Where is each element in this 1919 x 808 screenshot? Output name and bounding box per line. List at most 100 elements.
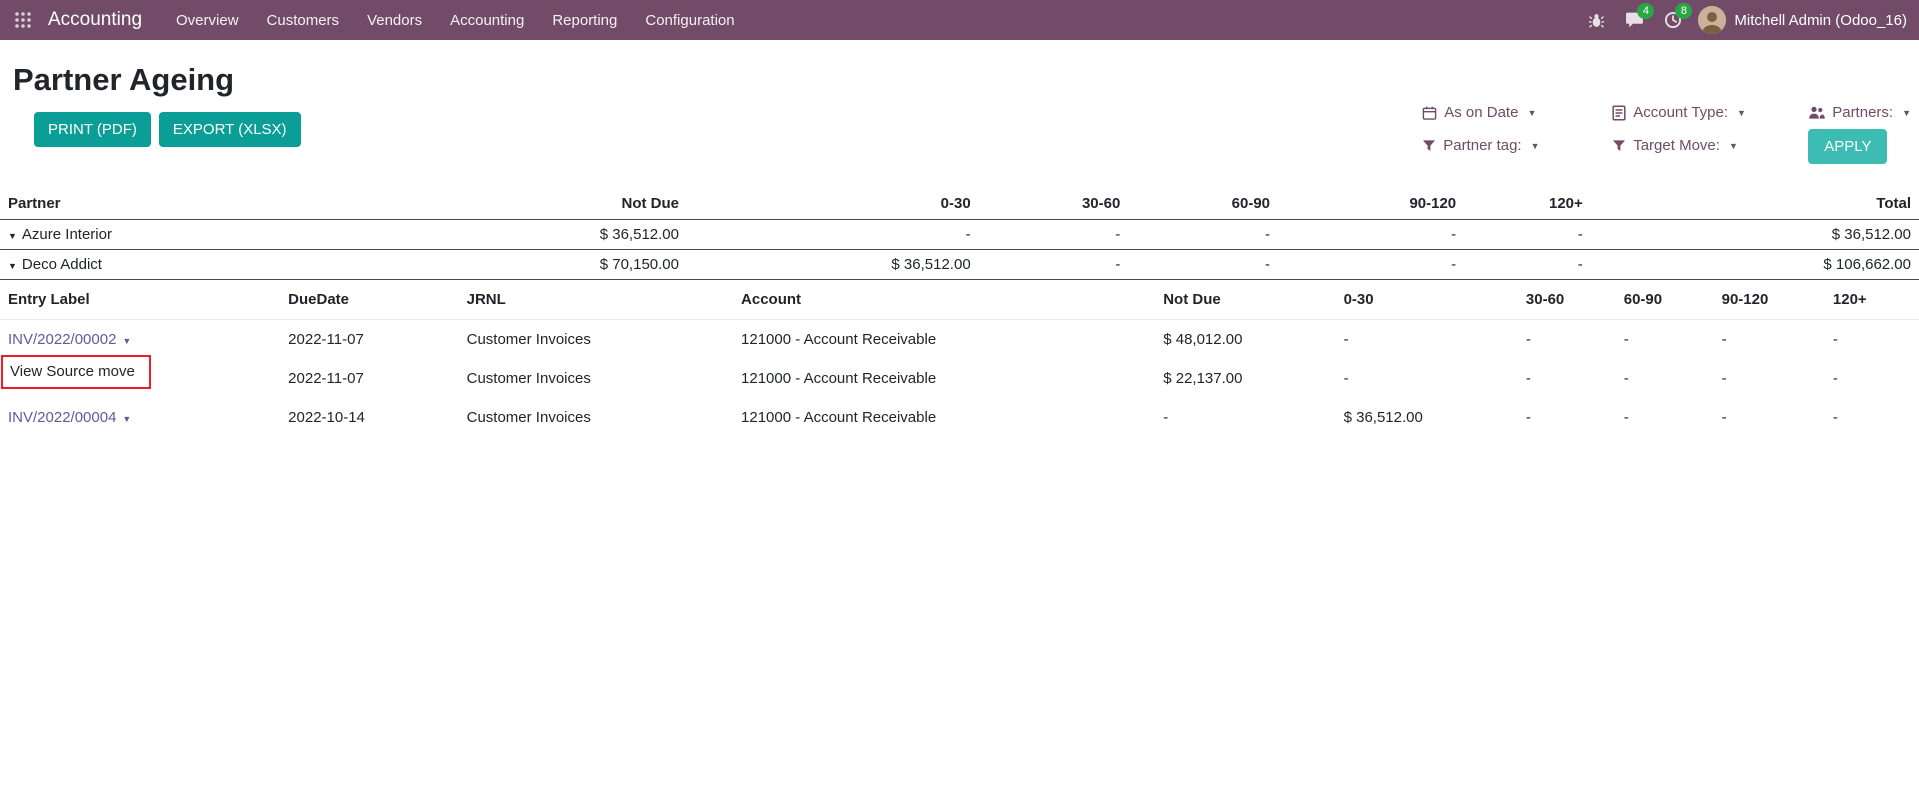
activities-clock-icon[interactable]: 8	[1654, 0, 1692, 40]
chevron-down-icon[interactable]: ▼	[122, 414, 131, 424]
apply-button[interactable]: APPLY	[1808, 129, 1887, 164]
user-menu[interactable]: Mitchell Admin (Odoo_16)	[1734, 12, 1911, 29]
cell-not-due: $ 70,150.00	[384, 250, 687, 280]
chevron-down-icon: ▼	[1735, 108, 1746, 118]
filter-account-type[interactable]: Account Type: ▼	[1612, 104, 1746, 121]
cell-30-60: -	[1518, 359, 1616, 398]
partner-row-deco-addict: ▼Deco Addict $ 70,150.00 $ 36,512.00 - -…	[0, 250, 1919, 280]
cell-60-90: -	[1616, 359, 1714, 398]
cell-account: 121000 - Account Receivable	[733, 359, 1155, 398]
chevron-down-icon: ▼	[1900, 108, 1911, 118]
col-60-90: 60-90	[1128, 188, 1278, 220]
entry-row-with-open-dropdown: View Source move 2022-11-07 Customer Inv…	[0, 359, 1919, 398]
cell-jrnl: Customer Invoices	[459, 320, 733, 360]
cell-0-30: -	[1336, 320, 1518, 360]
export-xlsx-button[interactable]: EXPORT (XLSX)	[159, 112, 301, 147]
menu-customers[interactable]: Customers	[253, 0, 354, 40]
chevron-down-icon: ▼	[1727, 141, 1738, 151]
filter-funnel-icon	[1422, 139, 1436, 153]
chevron-down-icon: ▼	[1529, 141, 1540, 151]
apps-menu-icon[interactable]	[0, 0, 46, 40]
menu-reporting[interactable]: Reporting	[538, 0, 631, 40]
col-account: Account	[733, 280, 1155, 320]
partner-name[interactable]: Deco Addict	[22, 256, 102, 273]
filter-label: Partner tag:	[1443, 137, 1521, 154]
debug-bug-icon[interactable]	[1578, 0, 1615, 40]
cell-30-60: -	[1518, 320, 1616, 360]
view-source-move-menu-item[interactable]: View Source move	[1, 355, 151, 389]
col-90-120: 90-120	[1278, 188, 1464, 220]
col-jrnl: JRNL	[459, 280, 733, 320]
cell-not-due: $ 48,012.00	[1155, 320, 1335, 360]
filter-as-on-date[interactable]: As on Date ▼	[1422, 104, 1536, 121]
cell-not-due: $ 22,137.00	[1155, 359, 1335, 398]
cell-60-90: -	[1128, 220, 1278, 250]
app-name[interactable]: Accounting	[48, 9, 142, 31]
cell-0-30: -	[687, 220, 979, 250]
col-0-30: 0-30	[687, 188, 979, 220]
menu-accounting[interactable]: Accounting	[436, 0, 538, 40]
menu-configuration[interactable]: Configuration	[631, 0, 748, 40]
cell-total: $ 36,512.00	[1591, 220, 1919, 250]
cell-60-90: -	[1616, 398, 1714, 437]
collapse-caret-icon[interactable]: ▼	[8, 261, 17, 271]
detail-table-header-row: Entry Label DueDate JRNL Account Not Due…	[0, 280, 1919, 320]
cell-120-plus: -	[1825, 398, 1919, 437]
cell-not-due: -	[1155, 398, 1335, 437]
menu-overview[interactable]: Overview	[162, 0, 253, 40]
col-30-60: 30-60	[979, 188, 1129, 220]
cell-due-date: 2022-11-07	[280, 320, 458, 360]
col-not-due: Not Due	[1155, 280, 1335, 320]
cell-30-60: -	[1518, 398, 1616, 437]
grid-dots-icon	[14, 11, 32, 29]
filter-funnel-icon	[1612, 139, 1626, 153]
chevron-down-icon[interactable]: ▼	[122, 336, 131, 346]
entry-row-inv-2022-00004: INV/2022/00004 ▼ 2022-10-14 Customer Invo…	[0, 398, 1919, 437]
print-pdf-button[interactable]: PRINT (PDF)	[34, 112, 151, 147]
entry-detail-table: Entry Label DueDate JRNL Account Not Due…	[0, 280, 1919, 437]
partner-name[interactable]: Azure Interior	[22, 226, 112, 243]
messages-icon[interactable]: 4	[1615, 0, 1654, 40]
entry-row-inv-2022-00002: INV/2022/00002 ▼ 2022-11-07 Customer Invo…	[0, 320, 1919, 360]
partner-row-azure-interior: ▼Azure Interior $ 36,512.00 - - - - - $ …	[0, 220, 1919, 250]
col-due-date: DueDate	[280, 280, 458, 320]
chevron-down-icon: ▼	[1525, 108, 1536, 118]
messages-badge: 4	[1637, 3, 1654, 19]
entry-label-link[interactable]: INV/2022/00004	[8, 409, 116, 426]
cell-account: 121000 - Account Receivable	[733, 320, 1155, 360]
report-controls: PRINT (PDF) EXPORT (XLSX) As on Date ▼ A	[0, 112, 1919, 164]
partners-icon	[1808, 105, 1825, 120]
entry-label-link[interactable]: INV/2022/00002	[8, 331, 116, 348]
col-entry-label: Entry Label	[0, 280, 280, 320]
partner-ageing-table: Partner Not Due 0-30 30-60 60-90 90-120 …	[0, 188, 1919, 280]
cell-120-plus: -	[1464, 250, 1591, 280]
filter-label: As on Date	[1444, 104, 1518, 121]
user-avatar[interactable]	[1698, 6, 1726, 34]
collapse-caret-icon[interactable]: ▼	[8, 231, 17, 241]
cell-0-30: $ 36,512.00	[687, 250, 979, 280]
filter-partners[interactable]: Partners: ▼	[1808, 104, 1911, 121]
filter-partner-tag[interactable]: Partner tag: ▼	[1422, 137, 1539, 154]
menu-vendors[interactable]: Vendors	[353, 0, 436, 40]
page-title: Partner Ageing	[13, 62, 1919, 98]
cell-jrnl: Customer Invoices	[459, 398, 733, 437]
filter-target-move[interactable]: Target Move: ▼	[1612, 137, 1738, 154]
col-total: Total	[1591, 188, 1919, 220]
cell-total: $ 106,662.00	[1591, 250, 1919, 280]
col-30-60: 30-60	[1518, 280, 1616, 320]
cell-0-30: $ 36,512.00	[1336, 398, 1518, 437]
calendar-icon	[1422, 105, 1437, 121]
filter-label: Partners:	[1832, 104, 1893, 121]
partner-table-header-row: Partner Not Due 0-30 30-60 60-90 90-120 …	[0, 188, 1919, 220]
report-filters: As on Date ▼ Account Type: ▼ Partners:	[1422, 104, 1911, 164]
cell-due-date: 2022-10-14	[280, 398, 458, 437]
account-type-icon	[1612, 105, 1626, 121]
cell-0-30: -	[1336, 359, 1518, 398]
col-0-30: 0-30	[1336, 280, 1518, 320]
cell-120-plus: -	[1825, 320, 1919, 360]
cell-not-due: $ 36,512.00	[384, 220, 687, 250]
topbar-menu: Overview Customers Vendors Accounting Re…	[162, 0, 749, 40]
activities-badge: 8	[1675, 3, 1692, 19]
col-120-plus: 120+	[1464, 188, 1591, 220]
filter-label: Account Type:	[1633, 104, 1728, 121]
